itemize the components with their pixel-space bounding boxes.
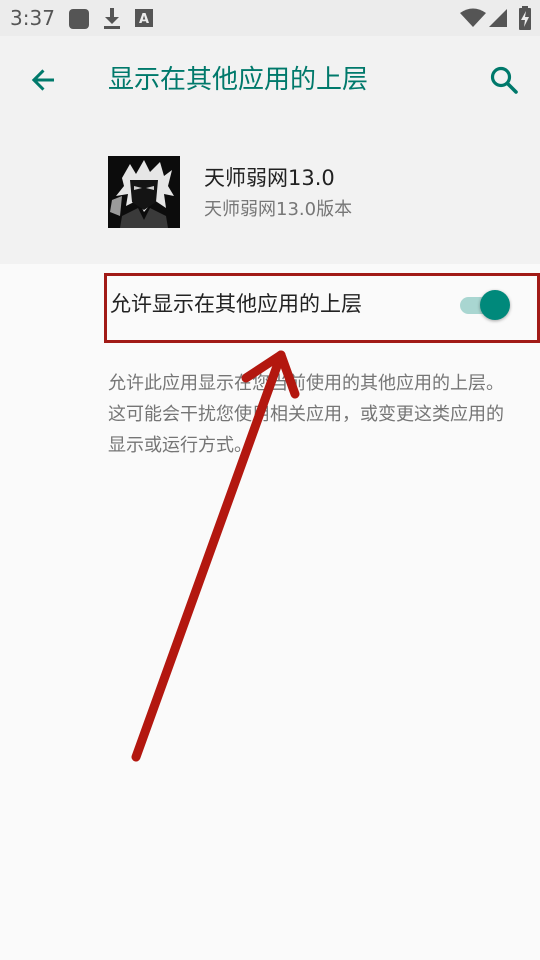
app-name: 天师弱网13.0 <box>204 166 335 190</box>
app-header: 显示在其他应用的上层 天师弱网13.0 天师弱网13.0版本 <box>0 36 540 264</box>
battery-charging-icon <box>519 6 531 30</box>
cellular-signal-icon <box>489 9 507 27</box>
setting-label: 允许显示在其他应用的上层 <box>110 292 362 316</box>
status-time: 3:37 <box>10 6 55 30</box>
anime-character-icon <box>108 156 180 228</box>
search-icon <box>490 66 518 94</box>
svg-text:A: A <box>139 12 149 27</box>
download-icon <box>104 8 120 29</box>
app-version: 天师弱网13.0版本 <box>204 199 353 220</box>
status-bar: 3:37 A <box>0 0 540 36</box>
notification-square-icon <box>69 9 89 29</box>
arrow-back-icon <box>31 69 54 91</box>
allow-overlay-setting-row[interactable]: 允许显示在其他应用的上层 <box>0 270 540 342</box>
toggle-thumb <box>480 290 510 320</box>
wifi-icon <box>460 8 486 27</box>
font-a-icon: A <box>135 9 153 27</box>
app-icon <box>108 156 180 228</box>
allow-overlay-toggle[interactable] <box>456 288 516 322</box>
setting-description: 允许此应用显示在您当前使用的其他应用的上层。这可能会干扰您使用相关应用，或变更这… <box>108 373 504 456</box>
search-button[interactable] <box>480 56 528 104</box>
back-button[interactable] <box>20 56 68 104</box>
page-title: 显示在其他应用的上层 <box>108 65 369 95</box>
